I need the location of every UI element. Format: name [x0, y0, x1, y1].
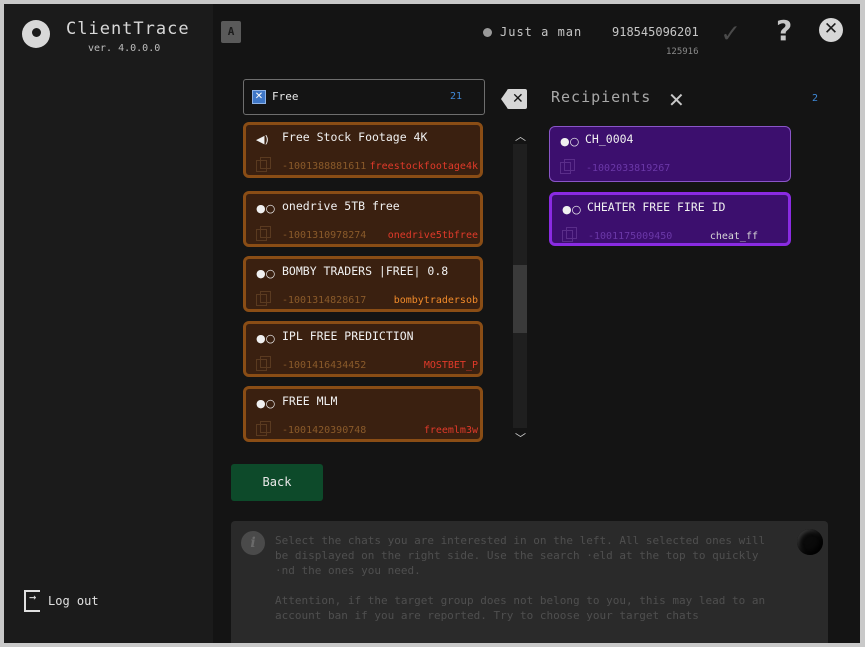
result-card[interactable]: ●○ FREE MLM -1001420390748 freemlm3w: [243, 386, 483, 442]
copy-icon[interactable]: [256, 421, 271, 436]
group-icon: ●○: [560, 135, 580, 148]
chat-id: -1002033819267: [586, 163, 671, 174]
app-title: ClientTrace: [66, 19, 190, 39]
app-version: ver. 4.0.0.0: [88, 43, 161, 54]
megaphone-icon: ◀): [256, 133, 269, 146]
chat-username: freemlm3w: [423, 425, 478, 436]
chat-title: Free Stock Footage 4K: [282, 130, 428, 144]
copy-icon[interactable]: [256, 356, 271, 371]
recipients-title: Recipients: [551, 88, 652, 106]
chevron-down-icon[interactable]: ﹀: [515, 430, 526, 446]
chat-id: -1001314828617: [282, 295, 367, 306]
chat-id: -1001416434452: [282, 360, 367, 371]
backspace-icon: ✕: [512, 91, 524, 107]
chat-title: FREE MLM: [282, 394, 338, 408]
status-dot-icon: [483, 28, 492, 37]
user-phone: 918545096201: [612, 25, 699, 39]
chat-title: CH_0004: [585, 132, 634, 146]
group-icon: ●○: [562, 203, 582, 216]
chat-id: -1001420390748: [282, 425, 367, 436]
sidebar: ClientTrace ver. 4.0.0.0 Log out: [4, 4, 213, 643]
help-icon[interactable]: ?: [776, 14, 792, 47]
recipient-card[interactable]: ●○ CH_0004 -1002033819267: [549, 126, 791, 182]
result-card[interactable]: ●○ IPL FREE PREDICTION -1001416434452 MO…: [243, 321, 483, 377]
chat-id: -1001388881611: [282, 161, 367, 172]
copy-icon[interactable]: [562, 227, 577, 242]
info-panel: i Select the chats you are interested in…: [231, 521, 828, 643]
user-sub-id: 125916: [666, 47, 699, 57]
chat-title: BOMBY TRADERS |FREE| 0.8: [282, 264, 449, 278]
copy-icon[interactable]: [560, 159, 575, 174]
chat-username: freestockfootage4k: [369, 161, 478, 172]
copy-icon[interactable]: [256, 291, 271, 306]
check-icon[interactable]: ✓: [722, 18, 750, 48]
recipient-card-selected[interactable]: ●○ CHEATER FREE FIRE ID -1001175009450 c…: [549, 192, 791, 246]
user-name: Just a man: [500, 25, 583, 39]
result-card[interactable]: ●○ onedrive 5TB free -1001310978274 oned…: [243, 191, 483, 247]
chevron-up-icon[interactable]: ︿: [515, 128, 526, 144]
chat-title: onedrive 5TB free: [282, 199, 400, 213]
logout-label: Log out: [48, 594, 99, 608]
info-paragraph-1: Select the chats you are interested in o…: [275, 534, 766, 577]
chat-title: CHEATER FREE FIRE ID: [587, 200, 726, 214]
group-icon: ●○: [256, 267, 276, 280]
chat-id: -1001310978274: [282, 230, 367, 241]
group-icon: ●○: [256, 332, 276, 345]
result-card[interactable]: ◀) Free Stock Footage 4K -1001388881611 …: [243, 122, 483, 178]
info-paragraph-2: Attention, if the target group does not …: [275, 594, 766, 622]
search-result-count: 21: [449, 91, 462, 102]
chat-username: cheat_ff: [709, 231, 758, 242]
logout-icon: [24, 590, 40, 612]
book-icon[interactable]: A: [221, 21, 241, 43]
copy-icon[interactable]: [256, 226, 271, 241]
clear-search-button[interactable]: ✕: [501, 89, 527, 109]
chat-title: IPL FREE PREDICTION: [282, 329, 414, 343]
app-logo-icon: [22, 20, 50, 48]
copy-icon[interactable]: [256, 157, 271, 172]
search-input[interactable]: [272, 88, 422, 104]
app-window: ClientTrace ver. 4.0.0.0 Log out A Just …: [4, 4, 860, 643]
back-button[interactable]: Back: [231, 464, 323, 501]
chat-username: onedrive5tbfree: [387, 230, 478, 241]
group-icon: ●○: [256, 202, 276, 215]
info-text: Select the chats you are interested in o…: [275, 533, 780, 623]
chat-username: bombytradersob: [393, 295, 478, 306]
result-card[interactable]: ●○ BOMBY TRADERS |FREE| 0.8 -10013148286…: [243, 256, 483, 312]
chat-username: MOSTBET_P: [423, 360, 478, 371]
search-results-list: ◀) Free Stock Footage 4K -1001388881611 …: [243, 122, 486, 444]
status-ball-icon: [797, 529, 823, 555]
logout-button[interactable]: Log out: [24, 590, 99, 612]
group-icon: ●○: [256, 397, 276, 410]
select-all-checkbox[interactable]: ✕: [252, 90, 266, 104]
chat-id: -1001175009450: [588, 231, 673, 242]
info-icon: i: [241, 531, 265, 555]
scrollbar-thumb[interactable]: [513, 265, 527, 333]
search-box: ✕ 21: [243, 79, 485, 115]
clear-recipients-icon[interactable]: ✕: [668, 88, 685, 112]
close-icon[interactable]: ✕: [819, 18, 843, 42]
recipients-count: 2: [812, 93, 819, 104]
